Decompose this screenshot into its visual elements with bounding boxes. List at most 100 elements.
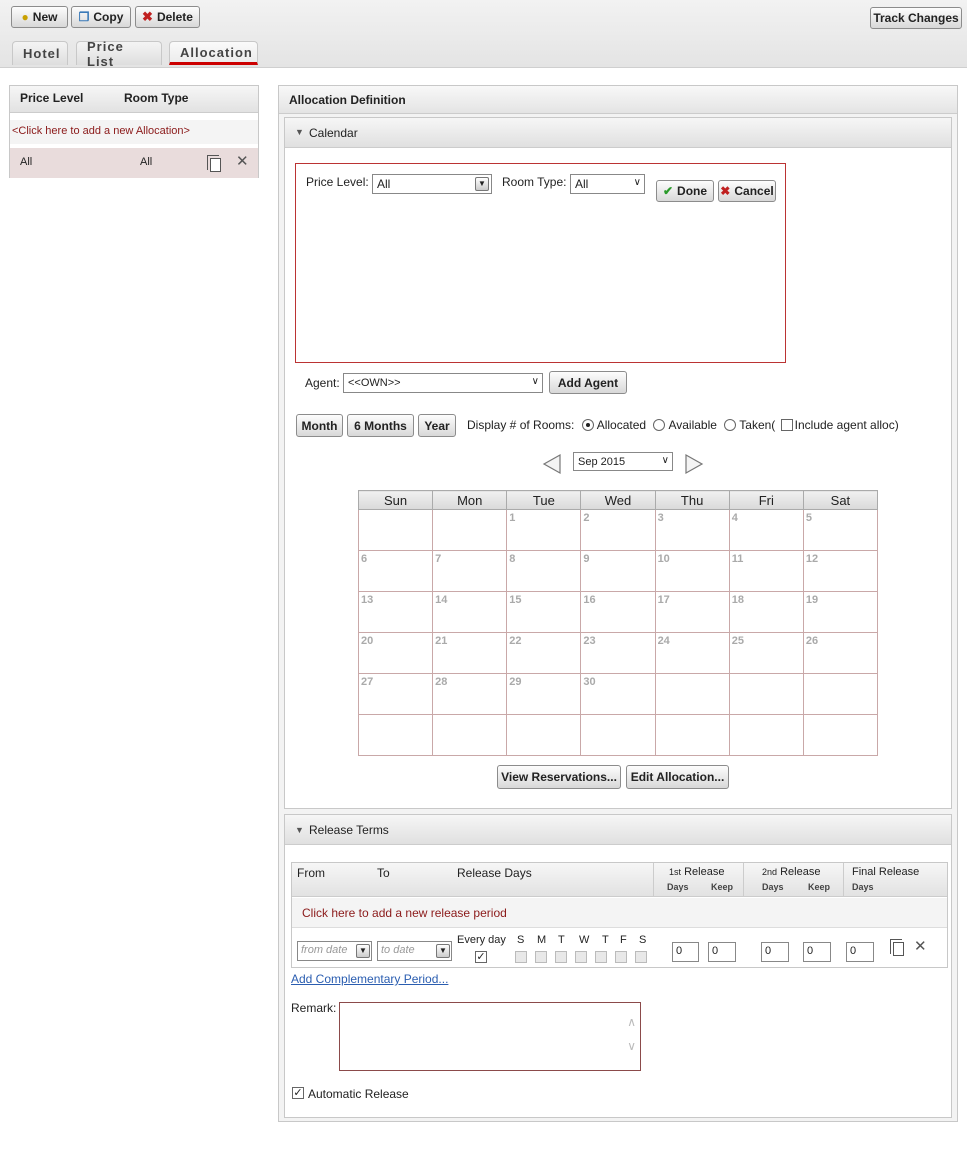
- day-checkbox-wed[interactable]: [575, 951, 587, 963]
- calendar-day-cell[interactable]: 13: [357, 591, 434, 633]
- month-select[interactable]: Sep 2015 ∨: [573, 452, 673, 471]
- radio-available[interactable]: [653, 419, 666, 431]
- calendar-day-cell[interactable]: 1: [506, 509, 582, 551]
- track-changes-button[interactable]: Track Changes: [870, 7, 962, 29]
- dropdown-arrow-icon[interactable]: ▼: [356, 944, 370, 958]
- day-checkbox-tue[interactable]: [555, 951, 567, 963]
- tab-price-list[interactable]: Price List: [76, 39, 162, 69]
- calendar-day-cell[interactable]: 10: [654, 550, 730, 592]
- calendar-day-cell[interactable]: 17: [654, 591, 730, 633]
- calendar-day-cell[interactable]: 7: [432, 550, 508, 592]
- copy-icon[interactable]: [890, 939, 904, 956]
- tab-hotel[interactable]: Hotel: [12, 41, 68, 65]
- view-reservations-button[interactable]: View Reservations...: [497, 765, 621, 789]
- copy-icon[interactable]: [207, 155, 221, 172]
- calendar-day-cell[interactable]: 11: [728, 550, 804, 592]
- calendar-day-cell[interactable]: 16: [580, 591, 656, 633]
- day-checkbox-fri[interactable]: [615, 951, 627, 963]
- calendar-day-cell[interactable]: [357, 509, 434, 551]
- calendar-day-cell[interactable]: 12: [802, 550, 879, 592]
- include-agent-checkbox[interactable]: [780, 419, 793, 431]
- add-release-link[interactable]: Click here to add a new release period: [302, 906, 507, 920]
- calendar-day-cell[interactable]: 20: [357, 632, 434, 674]
- calendar-day-cell[interactable]: [654, 673, 730, 715]
- second-release-keep-input[interactable]: 0: [803, 942, 831, 962]
- scroll-up-icon[interactable]: ∧: [627, 1015, 636, 1029]
- calendar-day-cell[interactable]: 15: [506, 591, 582, 633]
- price-level-select[interactable]: All ▼: [372, 174, 492, 194]
- six-months-view-button[interactable]: 6 Months: [347, 414, 414, 437]
- next-month-icon[interactable]: [683, 453, 705, 475]
- first-release-keep-input[interactable]: 0: [708, 942, 736, 962]
- remark-textarea[interactable]: ∧ ∨: [339, 1002, 641, 1071]
- calendar-day-cell[interactable]: 29: [506, 673, 582, 715]
- day-checkbox-thu[interactable]: [595, 951, 607, 963]
- add-agent-button[interactable]: Add Agent: [549, 371, 627, 394]
- every-day-checkbox[interactable]: ✓: [475, 951, 487, 963]
- calendar-day-cell[interactable]: [802, 714, 879, 756]
- scroll-down-icon[interactable]: ∨: [627, 1039, 636, 1053]
- calendar-day-cell[interactable]: 5: [802, 509, 879, 551]
- calendar-day-cell[interactable]: [728, 714, 804, 756]
- calendar-day-cell[interactable]: 14: [432, 591, 508, 633]
- calendar-day-cell[interactable]: 2: [580, 509, 656, 551]
- calendar-day-cell[interactable]: [506, 714, 582, 756]
- second-release-days-input[interactable]: 0: [761, 942, 789, 962]
- delete-icon[interactable]: ✕: [236, 154, 249, 169]
- month-view-button[interactable]: Month: [296, 414, 343, 437]
- calendar-day-cell[interactable]: 28: [432, 673, 508, 715]
- from-date-input[interactable]: from date ▼: [297, 941, 372, 961]
- add-allocation-link[interactable]: <Click here to add a new Allocation>: [12, 125, 190, 137]
- calendar-day-cell[interactable]: [432, 714, 508, 756]
- day-checkbox-mon[interactable]: [535, 951, 547, 963]
- automatic-release-checkbox[interactable]: ✓: [292, 1087, 304, 1099]
- room-type-select[interactable]: All ∨: [570, 174, 645, 194]
- new-button[interactable]: ● New: [11, 6, 68, 28]
- release-terms-header[interactable]: ▼ Release Terms: [285, 815, 951, 845]
- copy-button[interactable]: ❐ Copy: [71, 6, 131, 28]
- year-view-button[interactable]: Year: [418, 414, 456, 437]
- edit-allocation-button[interactable]: Edit Allocation...: [626, 765, 729, 789]
- to-date-input[interactable]: to date ▼: [377, 941, 452, 961]
- dropdown-arrow-icon[interactable]: ▼: [436, 944, 450, 958]
- calendar-day-cell[interactable]: 18: [728, 591, 804, 633]
- calendar-day-cell[interactable]: 9: [580, 550, 656, 592]
- prev-month-icon[interactable]: [541, 453, 563, 475]
- calendar-day-cell[interactable]: 27: [357, 673, 434, 715]
- tab-allocation[interactable]: Allocation: [169, 41, 258, 65]
- done-button[interactable]: ✔ Done: [656, 180, 714, 202]
- calendar-day-cell[interactable]: 3: [654, 509, 730, 551]
- delete-button[interactable]: ✖ Delete: [135, 6, 200, 28]
- calendar-day-cell[interactable]: [728, 673, 804, 715]
- calendar-day-cell[interactable]: 22: [506, 632, 582, 674]
- delete-icon[interactable]: ✕: [914, 939, 927, 954]
- cancel-button[interactable]: ✖ Cancel: [718, 180, 776, 202]
- calendar-day-cell[interactable]: 30: [580, 673, 656, 715]
- calendar-day-cell[interactable]: [357, 714, 434, 756]
- calendar-day-cell[interactable]: 25: [728, 632, 804, 674]
- final-release-days-input[interactable]: 0: [846, 942, 874, 962]
- first-release-keep: Keep: [711, 882, 734, 892]
- table-row[interactable]: All All ✕: [10, 148, 258, 178]
- day-checkbox-sun[interactable]: [515, 951, 527, 963]
- calendar-day-cell[interactable]: [654, 714, 730, 756]
- calendar-day-cell[interactable]: [580, 714, 656, 756]
- agent-select[interactable]: <<OWN>> ∨: [343, 373, 543, 393]
- calendar-day-cell[interactable]: 6: [357, 550, 434, 592]
- calendar-day-cell[interactable]: 26: [802, 632, 879, 674]
- calendar-day-cell[interactable]: 21: [432, 632, 508, 674]
- calendar-day-cell[interactable]: 8: [506, 550, 582, 592]
- calendar-week-row: 27 28 29 30: [357, 673, 879, 715]
- calendar-day-cell[interactable]: [432, 509, 508, 551]
- calendar-day-cell[interactable]: 24: [654, 632, 730, 674]
- add-complementary-link[interactable]: Add Complementary Period...: [291, 972, 448, 986]
- calendar-section-header[interactable]: ▼ Calendar: [285, 118, 951, 148]
- calendar-day-cell[interactable]: 23: [580, 632, 656, 674]
- calendar-day-cell[interactable]: 4: [728, 509, 804, 551]
- day-checkbox-sat[interactable]: [635, 951, 647, 963]
- first-release-days-input[interactable]: 0: [672, 942, 699, 962]
- calendar-day-cell[interactable]: [802, 673, 879, 715]
- radio-allocated[interactable]: [581, 419, 594, 431]
- radio-taken[interactable]: [724, 419, 737, 431]
- calendar-day-cell[interactable]: 19: [802, 591, 879, 633]
